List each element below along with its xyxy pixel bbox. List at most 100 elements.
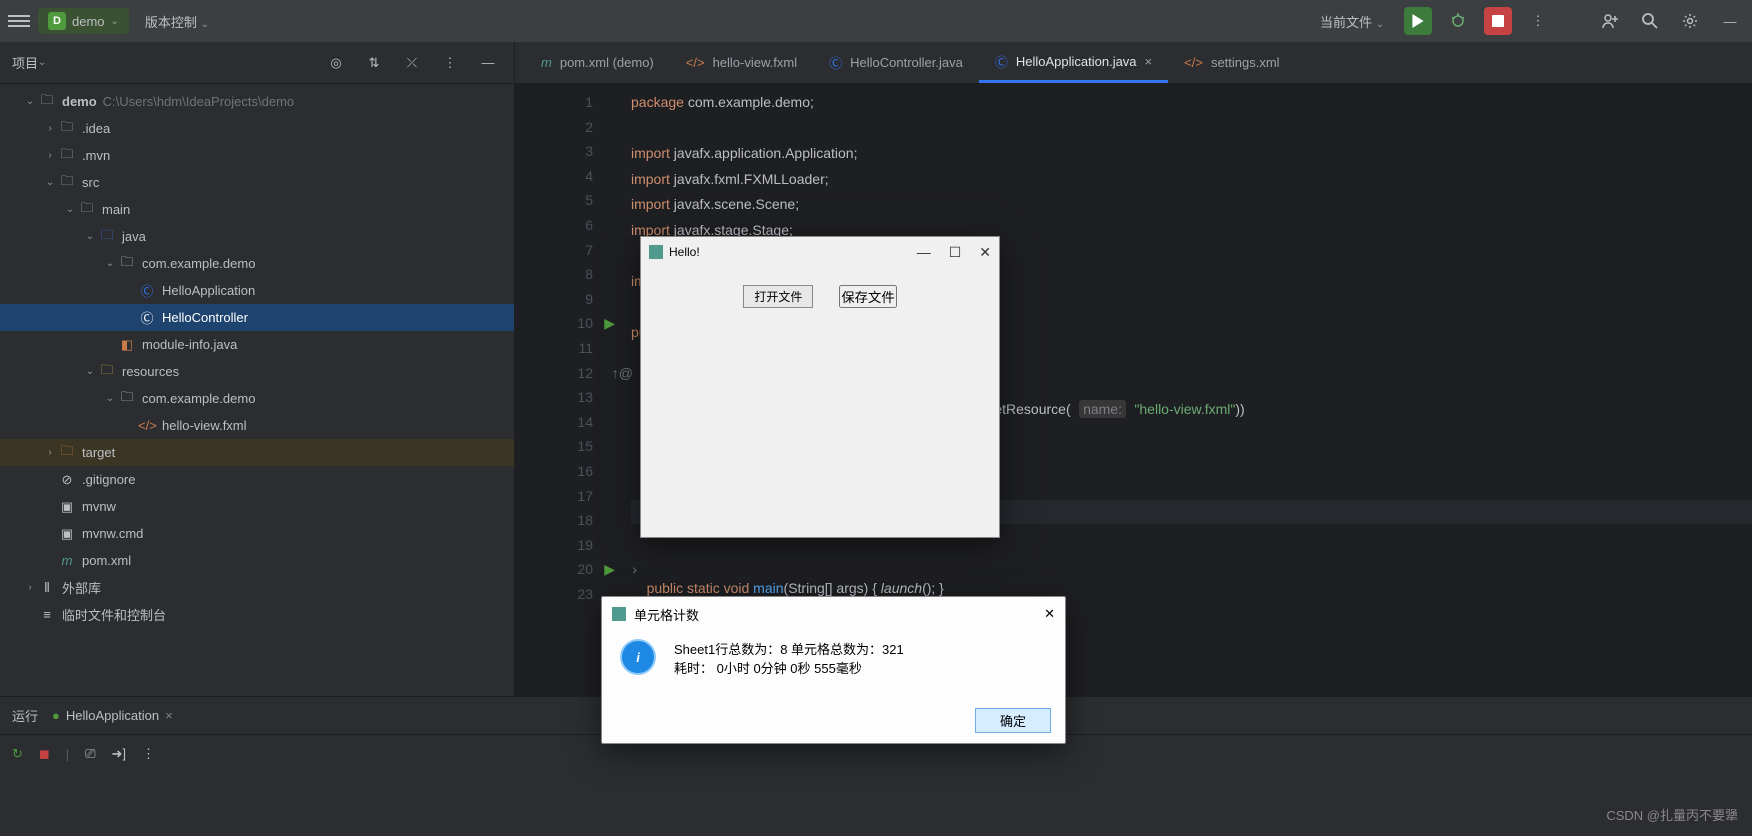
tree-item-hellocontroller[interactable]: ⒸHelloController: [0, 304, 514, 331]
run-gutter-icon[interactable]: ▶: [604, 557, 615, 582]
maven-file-icon: m: [58, 553, 76, 568]
project-selector[interactable]: D demo ⌄: [38, 8, 129, 34]
chevron-right-icon: ›: [42, 447, 58, 458]
hello-titlebar[interactable]: Hello! — ☐ ✕: [641, 237, 999, 267]
more-icon[interactable]: ⋮: [1524, 7, 1552, 35]
chevron-right-> icon: ›: [632, 557, 637, 582]
app-icon: [612, 607, 626, 621]
tree-item-helloapplication[interactable]: ⒸHelloApplication: [0, 277, 514, 304]
close-icon[interactable]: ✕: [979, 244, 991, 261]
titlebar: D demo ⌄ 版本控制 ⌄ 当前文件 ⌄ ⋮ —: [0, 0, 1752, 42]
run-config-tab[interactable]: ●HelloApplication×: [52, 708, 173, 723]
tree-item-mvn[interactable]: ›🗀.mvn: [0, 142, 514, 169]
expand-icon[interactable]: ⇅: [360, 49, 388, 77]
chevron-right-icon: ›: [42, 150, 58, 161]
run-tab-label[interactable]: 运行: [12, 706, 38, 725]
folder-icon: 🗀: [78, 199, 96, 221]
maven-file-icon: m: [541, 55, 552, 70]
tree-item-main[interactable]: ⌄🗀main: [0, 196, 514, 223]
dialog-title: 单元格计数: [634, 605, 699, 624]
tab-helloview[interactable]: </>hello-view.fxml: [670, 42, 813, 83]
tab-pom[interactable]: mpom.xml (demo): [525, 42, 670, 83]
tab-helloapplication[interactable]: ⒸHelloApplication.java×: [979, 42, 1168, 83]
chevron-down-icon: ⌄: [102, 393, 118, 404]
resource-folder-icon: 🗀: [98, 361, 116, 383]
close-icon[interactable]: ×: [1145, 54, 1153, 69]
run-gutter-icon[interactable]: ▶: [604, 311, 615, 336]
exit-icon[interactable]: ➜]: [112, 746, 127, 762]
tab-settings[interactable]: </>settings.xml: [1168, 42, 1295, 83]
tree-item-helloview[interactable]: </>hello-view.fxml: [0, 412, 514, 439]
maximize-icon[interactable]: ☐: [949, 244, 962, 261]
minimize-icon[interactable]: —: [1716, 7, 1744, 35]
app-icon: [649, 245, 663, 259]
chevron-down-icon[interactable]: ⌄: [38, 57, 46, 68]
minimize-icon[interactable]: —: [917, 244, 931, 261]
tree-item-java[interactable]: ⌄🗀java: [0, 223, 514, 250]
class-icon: Ⓒ: [138, 281, 156, 300]
override-gutter-icon[interactable]: ↑@: [612, 361, 633, 386]
tree-item-idea[interactable]: ›🗀.idea: [0, 115, 514, 142]
close-icon[interactable]: ✕: [1044, 606, 1055, 622]
stop-button[interactable]: [1484, 7, 1512, 35]
terminal-file-icon: ▣: [58, 526, 76, 542]
tree-item-scratches[interactable]: ≡临时文件和控制台: [0, 601, 514, 628]
tree-item-target[interactable]: ›🗀target: [0, 439, 514, 466]
current-file-dropdown[interactable]: 当前文件 ⌄: [1312, 8, 1392, 35]
chevron-down-icon: ⌄: [42, 177, 58, 188]
save-file-button[interactable]: 保存文件: [839, 285, 896, 308]
class-icon: Ⓒ: [829, 53, 842, 72]
library-icon: ⫴: [38, 580, 56, 596]
main-menu-icon[interactable]: [8, 10, 30, 32]
tree-item-resources[interactable]: ⌄🗀resources: [0, 358, 514, 385]
run-status-icon: ●: [52, 708, 60, 723]
more-icon[interactable]: ⋮: [142, 746, 155, 762]
code-with-me-icon[interactable]: [1596, 7, 1624, 35]
collapse-icon[interactable]: ⤫: [398, 49, 426, 77]
editor-tabs: mpom.xml (demo) </>hello-view.fxml ⒸHell…: [515, 42, 1752, 84]
run-button[interactable]: [1404, 7, 1432, 35]
locate-icon[interactable]: ◎: [322, 49, 350, 77]
package-icon: 🗀: [118, 253, 136, 275]
tab-hellocontroller[interactable]: ⒸHelloController.java: [813, 42, 979, 83]
chevron-right-icon: ›: [42, 123, 58, 134]
debug-button[interactable]: [1444, 7, 1472, 35]
screenshot-icon[interactable]: ⎚: [85, 746, 95, 762]
tree-item-mvnwcmd[interactable]: ▣mvnw.cmd: [0, 520, 514, 547]
hide-icon[interactable]: —: [474, 49, 502, 77]
chevron-right-icon: ›: [22, 582, 38, 593]
folder-icon: 🗀: [58, 172, 76, 194]
tree-item-package[interactable]: ⌄🗀com.example.demo: [0, 250, 514, 277]
project-name: demo: [72, 14, 105, 29]
tree-item-gitignore[interactable]: ⊘.gitignore: [0, 466, 514, 493]
terminal-file-icon: ▣: [58, 499, 76, 515]
tree-item-res-package[interactable]: ⌄🗀com.example.demo: [0, 385, 514, 412]
ok-button[interactable]: 确定: [975, 708, 1051, 733]
scratch-icon: ≡: [38, 607, 56, 622]
chevron-down-icon: ⌄: [62, 204, 78, 215]
hello-title: Hello!: [669, 245, 700, 259]
vcs-menu[interactable]: 版本控制 ⌄: [137, 8, 217, 35]
rerun-icon[interactable]: ↻: [12, 746, 23, 762]
java-file-icon: ◧: [118, 337, 136, 353]
open-file-button[interactable]: 打开文件: [743, 285, 813, 308]
chevron-down-icon: ⌄: [111, 16, 119, 27]
class-icon: Ⓒ: [995, 52, 1008, 71]
dialog-message: Sheet1行总数为：8 单元格总数为：321 耗时： 0小时 0分钟 0秒 5…: [674, 639, 904, 677]
tree-item-src[interactable]: ⌄🗀src: [0, 169, 514, 196]
close-icon[interactable]: ×: [165, 708, 173, 723]
dialog-titlebar[interactable]: 单元格计数 ✕: [602, 597, 1065, 631]
tree-item-external-libs[interactable]: ›⫴外部库: [0, 574, 514, 601]
settings-icon[interactable]: [1676, 7, 1704, 35]
tree-item-mvnw[interactable]: ▣mvnw: [0, 493, 514, 520]
hello-app-window: Hello! — ☐ ✕ 打开文件 保存文件: [640, 236, 1000, 538]
stop-icon[interactable]: ◼: [39, 746, 50, 762]
xml-file-icon: </>: [138, 418, 156, 433]
gutter: 1 2 3 4 5 6 7 8 9 10▶ 11 12↑@ 13 14 15 1…: [515, 84, 601, 696]
tree-item-pom[interactable]: mpom.xml: [0, 547, 514, 574]
more-icon[interactable]: ⋮: [436, 49, 464, 77]
tree-item-moduleinfo[interactable]: ◧module-info.java: [0, 331, 514, 358]
search-icon[interactable]: [1636, 7, 1664, 35]
chevron-down-icon: ⌄: [102, 258, 118, 269]
tree-root[interactable]: ⌄🗀demoC:\Users\hdm\IdeaProjects\demo: [0, 88, 514, 115]
